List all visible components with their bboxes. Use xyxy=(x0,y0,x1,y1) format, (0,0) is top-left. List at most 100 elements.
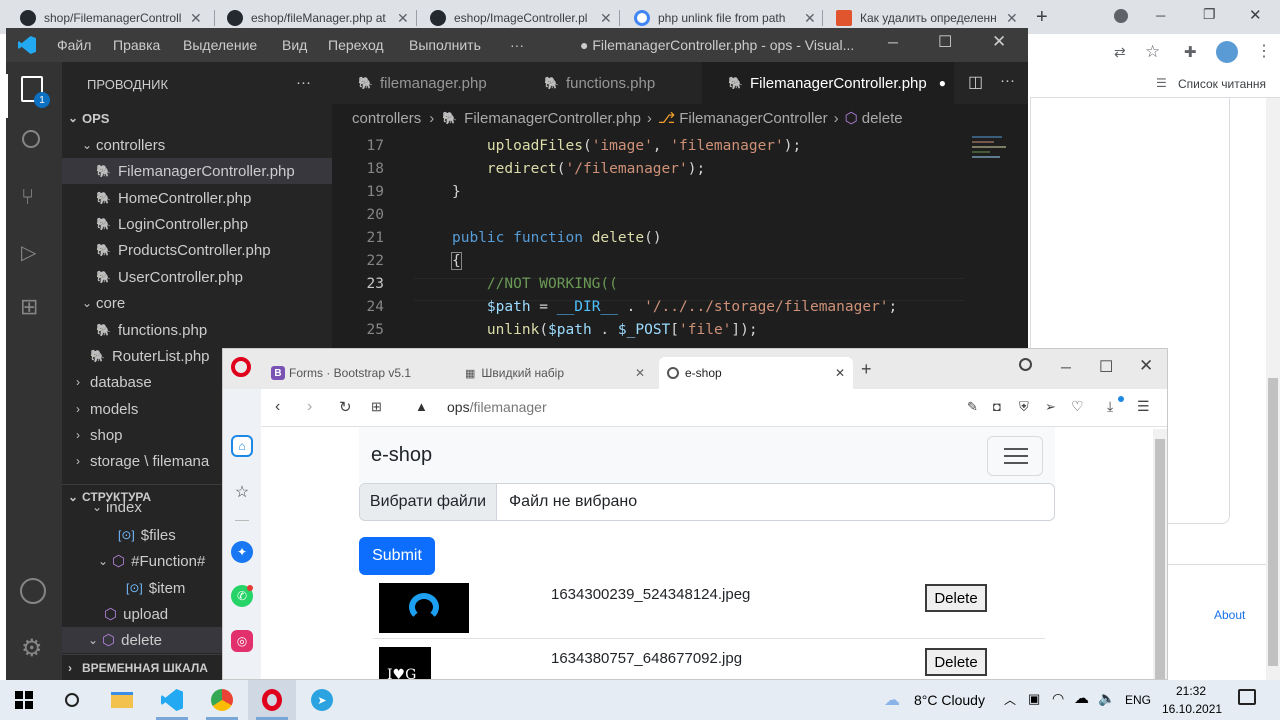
tree-file[interactable]: 🐘 RouterList.php xyxy=(62,348,222,369)
url-input[interactable]: ops/filemanager xyxy=(447,399,547,415)
start-button[interactable] xyxy=(0,680,48,720)
edit-icon[interactable]: ✎ xyxy=(967,399,978,415)
split-editor-icon[interactable]: ◫ xyxy=(968,72,983,92)
network-icon[interactable]: ▣ xyxy=(1028,691,1040,707)
menu-view[interactable]: Вид xyxy=(282,37,307,53)
send-icon[interactable]: ➢ xyxy=(1045,399,1056,415)
telegram-taskbar-button[interactable]: ➤ xyxy=(298,680,346,720)
close-icon[interactable]: ✕ xyxy=(835,366,845,380)
wifi-icon[interactable]: ◠ xyxy=(1052,690,1064,707)
tab-filemanager[interactable]: 🐘 filemanager.php xyxy=(332,62,518,104)
volume-icon[interactable]: 🔈 xyxy=(1098,690,1115,707)
close-window-icon[interactable]: ✕ xyxy=(1139,356,1153,376)
outline-item[interactable]: [⊙] $files xyxy=(62,522,222,548)
reload-icon[interactable]: ↻ xyxy=(339,398,352,416)
vscode-taskbar-button[interactable] xyxy=(148,680,196,720)
close-icon[interactable]: ✕ xyxy=(600,10,612,27)
run-debug-icon[interactable]: ▷ xyxy=(21,240,36,265)
download-icon[interactable]: ⤓ xyxy=(1107,398,1113,415)
tree-root[interactable]: ⌄ OPS xyxy=(62,105,332,131)
unsaved-dot-icon[interactable]: ● xyxy=(939,76,946,90)
outline-item[interactable]: ⬡ upload xyxy=(62,601,222,627)
source-control-icon[interactable]: ⑂ xyxy=(21,184,34,210)
extensions-icon[interactable]: ✚ xyxy=(1184,43,1197,61)
heart-icon[interactable]: ♡ xyxy=(1071,398,1084,415)
code-editor[interactable]: 17 18 19 20 21 22 23 24 25 uploadFiles('… xyxy=(332,132,1028,348)
outline-item[interactable]: ⌄ ⬡ #Function# xyxy=(62,548,222,574)
settings-sliders-icon[interactable]: ☰ xyxy=(1137,398,1150,415)
gear-icon[interactable]: ⚙ xyxy=(21,634,43,663)
menu-file[interactable]: Файл xyxy=(57,37,91,53)
outline-item[interactable]: ⌄ ⬡ delete xyxy=(62,627,222,653)
onedrive-icon[interactable]: ☁ xyxy=(1074,689,1089,707)
forward-icon[interactable]: › xyxy=(307,398,312,416)
minimize-icon[interactable]: ─ xyxy=(1061,359,1071,375)
close-icon[interactable]: ✕ xyxy=(190,10,202,27)
tab-functions[interactable]: 🐘 functions.php xyxy=(518,62,702,104)
language-indicator[interactable]: ENG xyxy=(1125,693,1151,707)
translate-icon[interactable]: ⇄ xyxy=(1114,44,1126,61)
tree-file[interactable]: 🐘 ProductsController.php xyxy=(62,237,332,263)
more-actions-icon[interactable]: ··· xyxy=(1000,72,1015,89)
account-icon[interactable] xyxy=(20,578,46,604)
menu-more[interactable]: ··· xyxy=(510,37,524,53)
clock-date[interactable]: 16.10.2021 xyxy=(1162,702,1222,716)
chevron-up-icon[interactable]: ︿ xyxy=(1004,691,1016,708)
weather-widget[interactable]: 8°C Cloudy xyxy=(914,692,985,708)
outline-item[interactable]: [⊙] $item xyxy=(62,575,222,601)
navbar-toggler[interactable] xyxy=(987,436,1043,476)
breadcrumb-item[interactable]: delete xyxy=(862,110,903,127)
file-explorer-button[interactable] xyxy=(98,680,146,720)
tree-folder[interactable]: › models xyxy=(62,396,222,422)
tree-folder-controllers[interactable]: ⌄ controllers xyxy=(62,132,332,158)
extensions-icon[interactable]: ⊞ xyxy=(20,294,38,320)
navbar-brand[interactable]: e-shop xyxy=(371,444,432,467)
close-icon[interactable]: ✕ xyxy=(635,366,645,380)
minimize-icon[interactable]: ─ xyxy=(888,34,898,50)
new-tab-icon[interactable]: + xyxy=(861,359,872,380)
chrome-taskbar-button[interactable] xyxy=(198,680,246,720)
more-actions-icon[interactable]: ··· xyxy=(296,74,311,91)
opera-taskbar-button[interactable] xyxy=(248,680,296,720)
tab-filemanager-controller[interactable]: 🐘 FilemanagerController.php ● xyxy=(702,62,954,104)
tree-folder[interactable]: › database xyxy=(62,369,222,395)
opera-tab[interactable]: B Forms · Bootstrap v5.1 xyxy=(263,359,451,387)
shield-icon[interactable]: ⛨ xyxy=(1019,399,1029,415)
tree-folder-core[interactable]: ⌄ core xyxy=(62,290,332,316)
camera-icon[interactable]: ◘ xyxy=(993,399,1001,414)
avatar[interactable] xyxy=(1216,41,1238,63)
breadcrumb-item[interactable]: controllers xyxy=(352,110,421,127)
menu-go[interactable]: Переход xyxy=(328,37,384,53)
back-icon[interactable]: ‹ xyxy=(275,398,280,416)
menu-run[interactable]: Выполнить xyxy=(409,37,481,53)
breadcrumb-item[interactable]: FilemanagerController.php xyxy=(464,110,641,127)
reading-list-button[interactable]: Список читання xyxy=(1178,77,1266,91)
tabs-grid-icon[interactable]: ⊞ xyxy=(371,399,382,415)
opera-tab-active[interactable]: e-shop ✕ xyxy=(659,357,853,389)
outline-item[interactable]: ⌄ index xyxy=(62,500,222,514)
file-input[interactable]: Вибрати файли Файл не вибрано xyxy=(359,483,1055,521)
tree-folder[interactable]: › storage \ filemana xyxy=(62,448,222,474)
delete-button[interactable]: Delete xyxy=(925,584,987,612)
minimize-icon[interactable]: ─ xyxy=(1156,8,1165,23)
close-icon[interactable]: ✕ xyxy=(1006,10,1018,27)
maximize-icon[interactable]: ☐ xyxy=(938,32,952,52)
about-link[interactable]: About xyxy=(1214,608,1245,622)
tab-search-icon[interactable] xyxy=(1114,9,1128,23)
star-icon[interactable]: ☆ xyxy=(1145,42,1160,62)
close-window-icon[interactable]: ✕ xyxy=(1249,6,1262,24)
close-icon[interactable]: ✕ xyxy=(804,10,816,27)
scrollbar[interactable] xyxy=(1266,98,1280,680)
opera-logo-icon[interactable] xyxy=(231,357,251,377)
restore-icon[interactable]: ❐ xyxy=(1203,6,1216,23)
delete-button[interactable]: Delete xyxy=(925,648,987,676)
search-icon[interactable] xyxy=(22,130,40,148)
new-tab-icon[interactable]: + xyxy=(1036,6,1048,29)
scrollbar-thumb[interactable] xyxy=(1155,439,1165,679)
star-icon[interactable]: ☆ xyxy=(231,481,253,503)
timeline-header[interactable]: › ВРЕМЕННАЯ ШКАЛА xyxy=(62,654,222,680)
close-icon[interactable]: ✕ xyxy=(397,10,409,27)
menu-selection[interactable]: Выделение xyxy=(183,37,257,53)
menu-edit[interactable]: Правка xyxy=(113,37,160,53)
scrollbar[interactable] xyxy=(1153,429,1167,679)
